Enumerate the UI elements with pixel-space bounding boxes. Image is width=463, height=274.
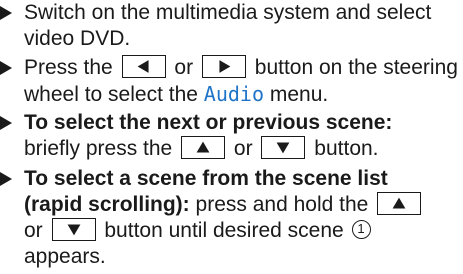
step-text: briefly press the bbox=[24, 137, 173, 160]
step-text: appears. bbox=[24, 245, 106, 268]
up-arrow-button-icon bbox=[377, 191, 422, 215]
bullet-arrow-icon bbox=[0, 116, 12, 130]
step-heading: (rapid scrolling): bbox=[24, 193, 190, 216]
step-text: menu. bbox=[269, 83, 329, 106]
scene-callout-marker: 1 bbox=[351, 219, 371, 239]
step-text: or bbox=[174, 56, 194, 79]
step-text: wheel to select the bbox=[24, 83, 198, 106]
bullet-arrow-icon bbox=[0, 172, 12, 186]
audio-menu-label: Audio bbox=[203, 82, 264, 106]
bullet-arrow-icon bbox=[0, 6, 12, 20]
step-heading: To select the next or previous scene: bbox=[24, 111, 393, 134]
step-text: press and hold the bbox=[195, 193, 369, 216]
bullet-arrow-icon bbox=[0, 61, 12, 75]
down-arrow-button-icon bbox=[261, 135, 306, 159]
step-text: button. bbox=[314, 137, 379, 160]
left-arrow-button-icon bbox=[121, 54, 166, 78]
step-heading: To select a scene from the scene list bbox=[24, 167, 388, 190]
step-text: button until desired scene bbox=[104, 219, 344, 242]
up-arrow-button-icon bbox=[181, 135, 226, 159]
step-text: Switch on the multimedia system and sele… bbox=[24, 1, 432, 24]
down-arrow-button-icon bbox=[51, 217, 96, 241]
step-text: Press the bbox=[24, 56, 113, 79]
step-text: or bbox=[24, 219, 43, 242]
step-text: or bbox=[233, 137, 253, 160]
right-arrow-button-icon bbox=[201, 54, 246, 78]
step-text: video DVD. bbox=[24, 27, 131, 50]
step-text: button on the steering bbox=[254, 56, 458, 79]
